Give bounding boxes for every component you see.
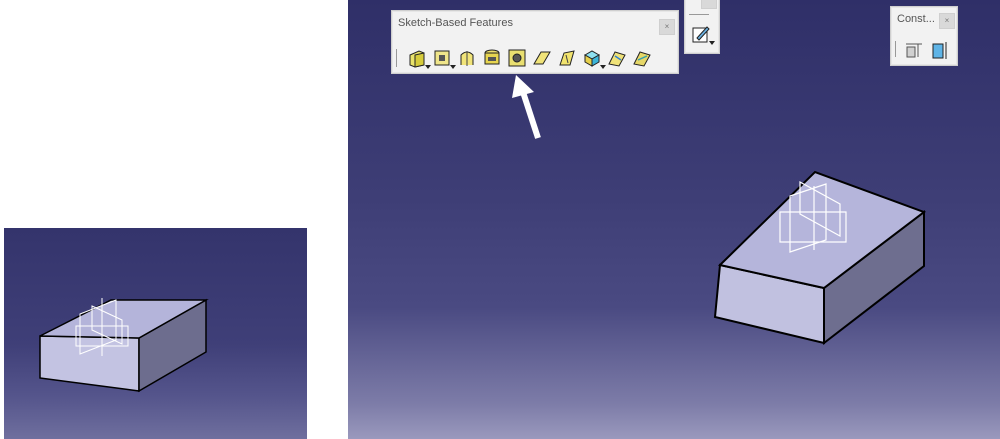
rib-icon[interactable] — [531, 47, 553, 69]
hole-icon[interactable] — [506, 47, 528, 69]
sketcher-toolbar[interactable] — [684, 0, 720, 54]
sketch-based-features-toolbar[interactable]: Sketch-Based Features × — [391, 10, 679, 74]
small-3d-viewport[interactable] — [4, 228, 307, 439]
pocket-icon[interactable] — [431, 47, 456, 69]
constraint-defined-in-dialog-icon[interactable] — [929, 39, 951, 61]
toolbar-title: Sketch-Based Features — [398, 17, 513, 29]
multi-sections-solid-icon[interactable] — [606, 47, 628, 69]
toolbar-grip[interactable] — [396, 49, 400, 67]
pad-icon[interactable] — [406, 47, 431, 69]
removed-multi-sections-solid-icon[interactable] — [631, 47, 653, 69]
close-icon[interactable]: × — [659, 19, 675, 35]
sketcher-icon[interactable] — [690, 23, 715, 45]
constraint-toolbar[interactable]: Const... × — [890, 6, 958, 66]
pointer-arrow-icon — [512, 75, 541, 139]
constraint-icon[interactable] — [903, 39, 925, 61]
solid-combine-icon[interactable] — [581, 47, 606, 69]
small-part-view — [39, 298, 209, 393]
toolbar-grip[interactable] — [689, 14, 709, 15]
close-icon[interactable] — [701, 0, 717, 9]
toolbar-grip[interactable] — [895, 41, 896, 57]
groove-icon[interactable] — [481, 47, 503, 69]
slot-icon[interactable] — [556, 47, 578, 69]
toolbar-title: Const... — [897, 13, 935, 25]
block-front-face — [39, 335, 140, 392]
close-icon[interactable]: × — [939, 13, 955, 29]
shaft-icon[interactable] — [456, 47, 478, 69]
